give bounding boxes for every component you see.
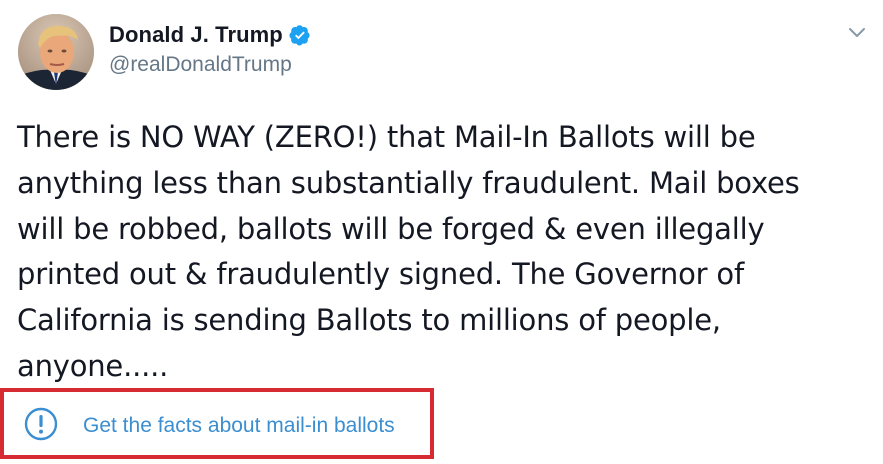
handle[interactable]: @realDonaldTrump xyxy=(109,54,311,75)
verified-badge-icon xyxy=(289,25,310,46)
author-row: Donald J. Trump xyxy=(109,20,311,50)
tweet-text-line: California is sending Ballots to million… xyxy=(17,303,721,338)
tweet-text-line: will be robbed, ballots will be forged &… xyxy=(17,211,765,246)
tweet-text-line: There is NO WAY (ZERO!) that Mail-In Bal… xyxy=(17,120,756,154)
more-options-button[interactable] xyxy=(846,22,868,44)
tweet-text: There is NO WAY (ZERO!) that Mail-In Bal… xyxy=(17,115,872,390)
avatar[interactable] xyxy=(18,14,94,90)
tweet-text-line: anything less than substantially fraudul… xyxy=(17,165,800,200)
tweet-text-line: printed out & fraudulently signed. The G… xyxy=(17,257,744,292)
tweet-text-line: anyone..... xyxy=(17,348,169,383)
factcheck-label[interactable]: Get the facts about mail-in ballots xyxy=(83,414,395,438)
tweet: Donald J. Trump @realDonaldTrump There i… xyxy=(0,0,883,464)
exclamation-circle-icon xyxy=(24,407,58,441)
chevron-down-icon xyxy=(849,28,865,37)
author-block: Donald J. Trump @realDonaldTrump xyxy=(109,20,311,75)
factcheck-link[interactable]: Get the facts about mail-in ballots xyxy=(0,388,434,459)
display-name[interactable]: Donald J. Trump xyxy=(109,24,283,46)
